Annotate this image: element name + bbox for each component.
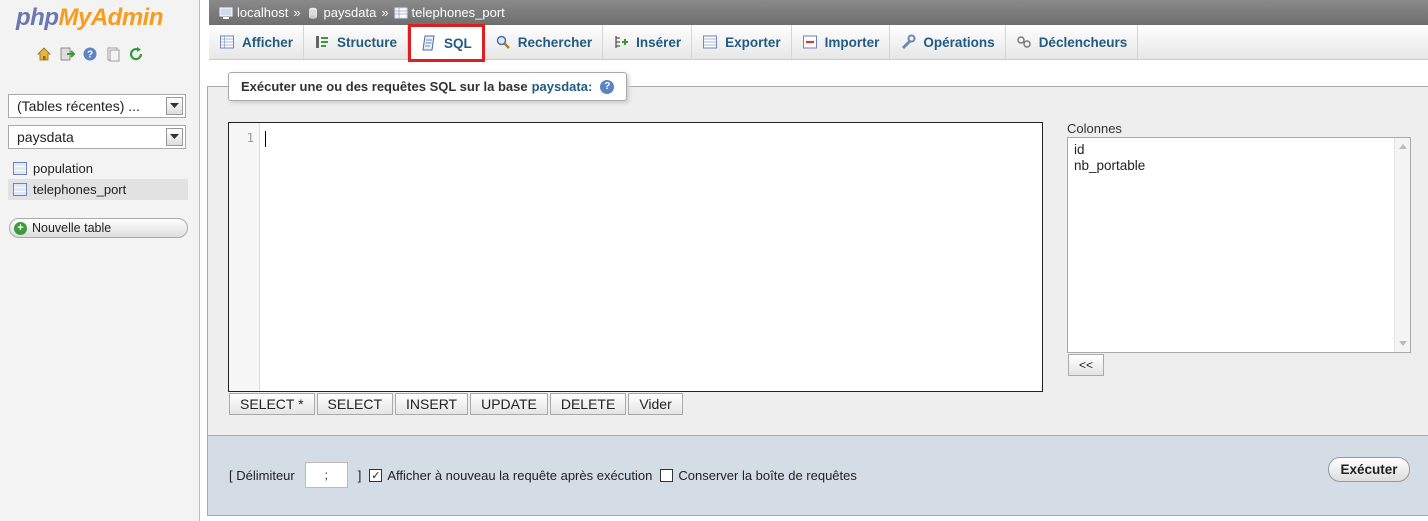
insert-column-button[interactable]: << xyxy=(1068,354,1104,376)
help-icon[interactable]: ? xyxy=(82,46,98,62)
tab-afficher[interactable]: Afficher xyxy=(209,25,305,59)
column-option-id[interactable]: id xyxy=(1074,142,1404,158)
recent-tables-select[interactable]: (Tables récentes) ... xyxy=(8,94,186,118)
sql-fieldset-legend: Exécuter une ou des requêtes SQL sur la … xyxy=(228,72,628,101)
sql-template-buttons: SELECT * SELECT INSERT UPDATE DELETE Vid… xyxy=(229,393,683,415)
tab-exporter[interactable]: Exporter xyxy=(692,25,792,59)
tab-importer[interactable]: Importer xyxy=(792,25,891,59)
import-icon xyxy=(802,34,818,50)
select-button[interactable]: SELECT xyxy=(316,393,394,415)
documentation-icon[interactable] xyxy=(105,46,121,62)
browse-icon xyxy=(219,34,235,50)
insert-icon xyxy=(613,34,629,50)
execute-button[interactable]: Exécuter xyxy=(1328,457,1410,482)
database-icon xyxy=(308,7,317,19)
listbox-scrollbar[interactable] xyxy=(1394,138,1410,352)
logout-icon[interactable] xyxy=(59,46,75,62)
help-icon[interactable]: ? xyxy=(600,79,615,94)
sql-query-editor[interactable]: 1 xyxy=(228,122,1043,392)
chevron-down-icon xyxy=(166,128,183,146)
table-icon xyxy=(394,7,408,18)
columns-listbox[interactable]: id nb_portable xyxy=(1067,137,1411,353)
triggers-icon xyxy=(1016,34,1032,50)
wrench-icon xyxy=(900,34,916,50)
breadcrumb: localhost » paysdata » telephones_port xyxy=(209,0,1428,25)
phpmyadmin-logo[interactable]: phpMyAdmin xyxy=(16,4,163,32)
main-tabs: Afficher Structure SQL Rechercher Insére… xyxy=(209,24,1428,62)
tab-sql[interactable]: SQL xyxy=(408,24,485,62)
tab-inserer[interactable]: Insérer xyxy=(603,25,693,59)
text-cursor xyxy=(265,131,266,147)
tab-structure[interactable]: Structure xyxy=(304,25,409,59)
legend-database-link[interactable]: paysdata: xyxy=(532,79,593,94)
columns-label: Colonnes xyxy=(1067,121,1122,136)
delete-button[interactable]: DELETE xyxy=(549,393,627,415)
sql-options: [ Délimiteur ; ] ✓ Afficher à nouveau la… xyxy=(229,462,857,488)
breadcrumb-database[interactable]: paysdata xyxy=(324,5,377,20)
database-select[interactable]: paysdata xyxy=(8,125,186,149)
structure-icon xyxy=(314,34,330,50)
breadcrumb-table[interactable]: telephones_port xyxy=(412,5,505,20)
delimiter-input[interactable]: ; xyxy=(304,462,348,488)
tab-rechercher[interactable]: Rechercher xyxy=(485,25,604,59)
keep-query-box-checkbox[interactable] xyxy=(660,468,674,482)
breadcrumb-server[interactable]: localhost xyxy=(237,5,288,20)
new-table-button[interactable]: + Nouvelle table xyxy=(9,218,188,238)
table-item-population[interactable]: population xyxy=(8,158,188,179)
tab-declencheurs[interactable]: Déclencheurs xyxy=(1006,25,1139,59)
plus-icon: + xyxy=(14,221,27,235)
home-icon[interactable] xyxy=(36,46,52,62)
server-icon xyxy=(219,7,233,19)
line-number-gutter: 1 xyxy=(229,123,260,391)
reload-icon[interactable] xyxy=(128,46,144,62)
svg-text:?: ? xyxy=(87,50,93,61)
select-star-button[interactable]: SELECT * xyxy=(229,393,315,415)
column-option-nb-portable[interactable]: nb_portable xyxy=(1074,158,1404,174)
update-button[interactable]: UPDATE xyxy=(470,393,548,415)
tab-operations[interactable]: Opérations xyxy=(890,25,1006,59)
show-query-label: Afficher à nouveau la requête après exéc… xyxy=(387,467,653,483)
table-icon xyxy=(13,162,27,175)
chevron-up-icon xyxy=(1399,144,1407,149)
export-icon xyxy=(702,34,718,50)
table-icon xyxy=(13,183,27,196)
table-item-telephones-port[interactable]: telephones_port xyxy=(8,179,188,200)
navigation-icons: ? xyxy=(36,46,144,62)
navigation-panel: phpMyAdmin ? (Tables récentes) ... paysd… xyxy=(0,0,200,521)
table-list: population telephones_port xyxy=(8,158,188,200)
sql-icon xyxy=(421,35,437,51)
search-icon xyxy=(495,34,511,50)
clear-button[interactable]: Vider xyxy=(628,393,683,415)
show-query-checkbox[interactable]: ✓ xyxy=(369,468,383,482)
chevron-down-icon xyxy=(166,97,183,115)
keep-query-box-label: Conserver la boîte de requêtes xyxy=(678,467,857,483)
insert-button[interactable]: INSERT xyxy=(395,393,469,415)
chevron-down-icon xyxy=(1399,341,1407,346)
